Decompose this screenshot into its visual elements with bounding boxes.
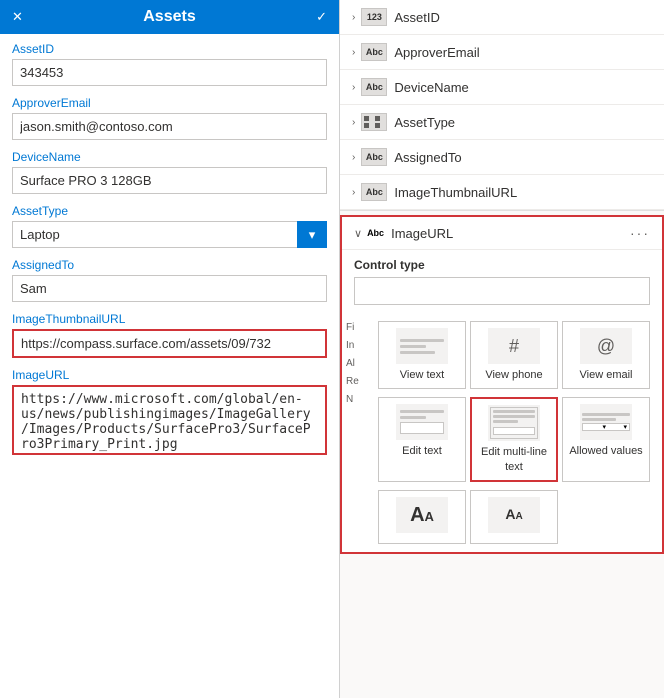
imageurl-section: ∨ Abc ImageURL ··· Control type Fi In Al… [340, 215, 664, 554]
controls-container: View text # View phone @ Vie [366, 317, 662, 552]
font-small-icon: AA [488, 497, 540, 533]
control-option-view-text[interactable]: View text [378, 321, 466, 389]
chevron-right-icon: › [352, 117, 355, 128]
control-grid-row2: Edit text Edit multi-line text [366, 397, 662, 490]
label-assettype: AssetType [12, 204, 327, 218]
input-approveremail[interactable] [12, 113, 327, 140]
chevron-right-icon: › [352, 187, 355, 198]
right-panel: › 123 AssetID › Abc ApproverEmail › Abc … [340, 0, 664, 698]
label-devicename: DeviceName [12, 150, 327, 164]
imageurl-header: ∨ Abc ImageURL ··· [342, 217, 662, 250]
select-wrap-assettype: Laptop ▾ [12, 221, 327, 248]
control-option-view-email[interactable]: @ View email [562, 321, 650, 389]
label-imagethumbnailurl: ImageThumbnailURL [12, 312, 327, 326]
field-imagethumbnailurl: ImageThumbnailURL [12, 312, 327, 358]
type-badge-devicename: Abc [361, 78, 387, 96]
control-label-edit-text: Edit text [402, 444, 442, 458]
control-label-allowed-values: Allowed values [569, 444, 642, 458]
field-name-imagethumbnailurl: ImageThumbnailURL [394, 185, 517, 200]
input-devicename[interactable] [12, 167, 327, 194]
chevron-right-icon: › [352, 152, 355, 163]
textarea-imageurl[interactable]: https://www.microsoft.com/global/en-us/n… [12, 385, 327, 455]
control-label-view-email: View email [580, 368, 633, 382]
input-imagethumbnailurl[interactable] [12, 329, 327, 358]
control-option-edit-text[interactable]: Edit text [378, 397, 466, 482]
label-assignedto: AssignedTo [12, 258, 327, 272]
field-list: › 123 AssetID › Abc ApproverEmail › Abc … [340, 0, 664, 211]
type-badge-assettype [361, 113, 387, 131]
filter-labels: Fi In Al Re N [342, 317, 366, 552]
allowed-values-icon: ▾ [580, 404, 632, 440]
edit-text-icon [396, 404, 448, 440]
control-grid-row3: AA AA [366, 490, 662, 552]
field-approveremail: ApproverEmail [12, 96, 327, 140]
view-text-icon [396, 328, 448, 364]
list-item-devicename[interactable]: › Abc DeviceName [340, 70, 664, 105]
label-imageurl: ImageURL [12, 368, 327, 382]
left-panel: ✕ Assets ✓ AssetID ApproverEmail DeviceN… [0, 0, 340, 698]
list-item-assettype[interactable]: › AssetType [340, 105, 664, 140]
confirm-icon[interactable]: ✓ [316, 9, 327, 25]
imageurl-header-left: ∨ Abc ImageURL [354, 226, 453, 241]
input-assetid[interactable] [12, 59, 327, 86]
left-header: ✕ Assets ✓ [0, 0, 339, 34]
font-large-icon: AA [396, 497, 448, 533]
field-name-approveremail: ApproverEmail [394, 45, 479, 60]
field-assetid: AssetID [12, 42, 327, 86]
chevron-right-icon: › [352, 47, 355, 58]
edit-multiline-icon [488, 405, 540, 441]
close-icon[interactable]: ✕ [12, 9, 23, 25]
label-assetid: AssetID [12, 42, 327, 56]
type-badge-imagethumbnailurl: Abc [361, 183, 387, 201]
chevron-down-icon[interactable]: ∨ [354, 227, 362, 240]
more-options-icon[interactable]: ··· [630, 225, 650, 241]
view-email-icon: @ [580, 328, 632, 364]
list-item-assignedto[interactable]: › Abc AssignedTo [340, 140, 664, 175]
control-type-section: Control type [342, 250, 662, 317]
list-item-imagethumbnailurl[interactable]: › Abc ImageThumbnailURL [340, 175, 664, 210]
list-item-assetid[interactable]: › 123 AssetID [340, 0, 664, 35]
chevron-right-icon: › [352, 12, 355, 23]
field-name-assignedto: AssignedTo [394, 150, 461, 165]
control-type-label: Control type [354, 258, 650, 272]
field-imageurl: ImageURL https://www.microsoft.com/globa… [12, 368, 327, 458]
control-label-view-text: View text [400, 368, 444, 382]
empty-cell [562, 490, 650, 544]
control-option-view-phone[interactable]: # View phone [470, 321, 558, 389]
field-devicename: DeviceName [12, 150, 327, 194]
panel-title: Assets [143, 8, 195, 26]
list-item-approveremail[interactable]: › Abc ApproverEmail [340, 35, 664, 70]
control-option-edit-multiline[interactable]: Edit multi-line text [470, 397, 558, 482]
control-option-font-large[interactable]: AA [378, 490, 466, 544]
control-label-view-phone: View phone [485, 368, 542, 382]
imageurl-field-name: ImageURL [391, 226, 453, 241]
control-grid-row1: View text # View phone @ Vie [366, 317, 662, 397]
type-badge-imageurl: Abc [367, 228, 384, 238]
view-phone-icon: # [488, 328, 540, 364]
control-type-input[interactable] [354, 277, 650, 305]
control-option-font-small[interactable]: AA [470, 490, 558, 544]
filter-area: Fi In Al Re N View text [342, 317, 662, 552]
input-assignedto[interactable] [12, 275, 327, 302]
field-name-assetid: AssetID [394, 10, 440, 25]
label-approveremail: ApproverEmail [12, 96, 327, 110]
field-assettype: AssetType Laptop ▾ [12, 204, 327, 248]
select-assettype[interactable]: Laptop [12, 221, 327, 248]
type-badge-approveremail: Abc [361, 43, 387, 61]
form-body: AssetID ApproverEmail DeviceName AssetTy… [0, 34, 339, 698]
field-name-devicename: DeviceName [394, 80, 468, 95]
control-option-allowed-values[interactable]: ▾ Allowed values [562, 397, 650, 482]
type-badge-assignedto: Abc [361, 148, 387, 166]
chevron-right-icon: › [352, 82, 355, 93]
control-label-edit-multiline: Edit multi-line text [476, 445, 552, 474]
field-name-assettype: AssetType [394, 115, 455, 130]
type-badge-assetid: 123 [361, 8, 387, 26]
field-assignedto: AssignedTo [12, 258, 327, 302]
